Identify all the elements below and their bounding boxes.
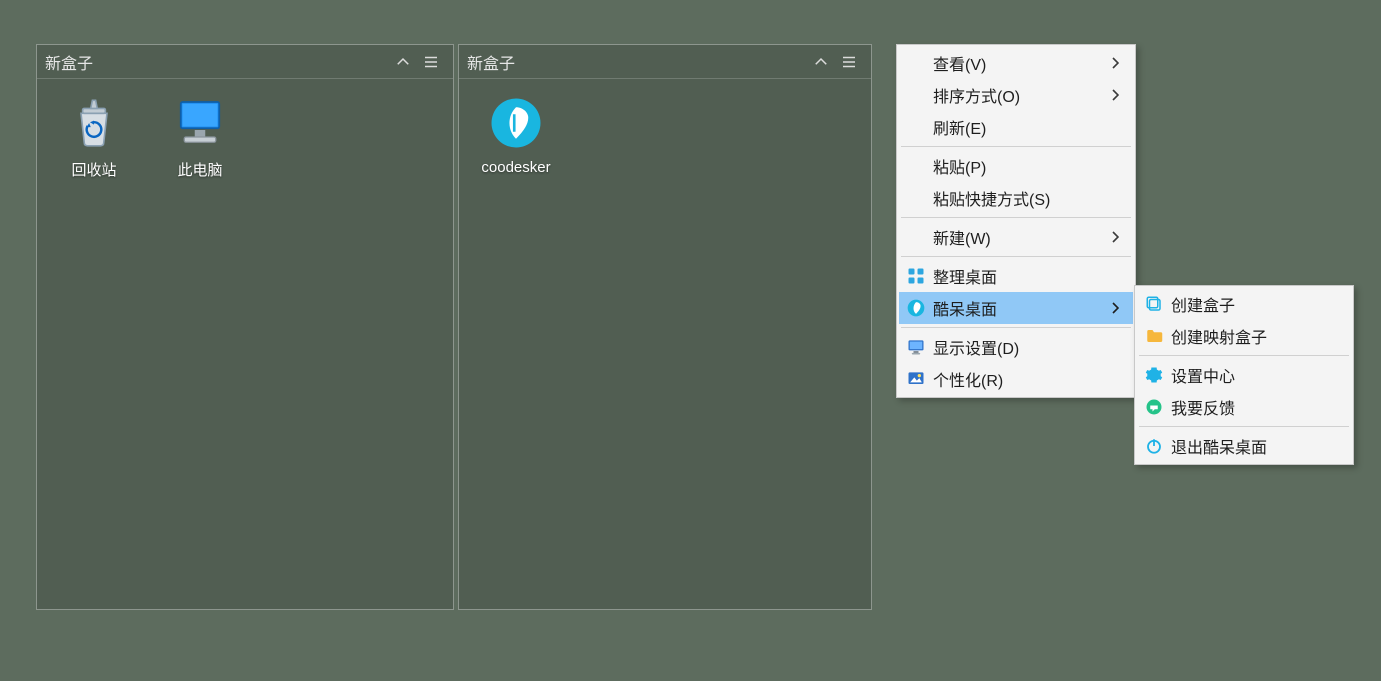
menu-separator xyxy=(1139,355,1349,356)
new-box-icon xyxy=(1137,295,1171,313)
submenu-settings[interactable]: 设置中心 xyxy=(1137,359,1351,391)
menu-label: 粘贴(P) xyxy=(933,154,1105,178)
collapse-icon[interactable] xyxy=(807,48,835,76)
coodesker-round-icon xyxy=(899,298,933,318)
feedback-icon xyxy=(1137,398,1171,416)
submenu-arrow-icon xyxy=(1105,89,1119,101)
coodesker-app[interactable]: coodesker xyxy=(463,95,569,176)
this-pc-icon xyxy=(172,95,228,151)
grid-icon xyxy=(899,267,933,285)
folder-icon xyxy=(1137,327,1171,345)
menu-sort[interactable]: 排序方式(O) xyxy=(899,79,1133,111)
coodesker-icon xyxy=(488,95,544,151)
recycle-bin[interactable]: 回收站 xyxy=(41,95,147,180)
submenu-feedback[interactable]: 我要反馈 xyxy=(1137,391,1351,423)
menu-separator xyxy=(901,146,1131,147)
icon-label: 此电脑 xyxy=(147,159,253,180)
menu-label: 查看(V) xyxy=(933,51,1105,75)
menu-separator xyxy=(1139,426,1349,427)
box-body[interactable]: 回收站 此电脑 xyxy=(37,79,453,609)
icon-label: coodesker xyxy=(463,159,569,176)
desktop-context-menu: 查看(V) 排序方式(O) 刷新(E) 粘贴(P) 粘贴快捷方式(S) 新建(W… xyxy=(896,44,1136,398)
menu-label: 排序方式(O) xyxy=(933,83,1105,107)
menu-organize-desktop[interactable]: 整理桌面 xyxy=(899,260,1133,292)
menu-label: 退出酷呆桌面 xyxy=(1171,434,1337,458)
menu-paste[interactable]: 粘贴(P) xyxy=(899,150,1133,182)
menu-separator xyxy=(901,256,1131,257)
menu-icon[interactable] xyxy=(835,48,863,76)
gear-icon xyxy=(1137,366,1171,384)
menu-personalize[interactable]: 个性化(R) xyxy=(899,363,1133,395)
submenu-create-mapping-box[interactable]: 创建映射盒子 xyxy=(1137,320,1351,352)
menu-new[interactable]: 新建(W) xyxy=(899,221,1133,253)
recycle-bin-icon xyxy=(66,95,122,151)
menu-label: 显示设置(D) xyxy=(933,335,1105,359)
submenu-arrow-icon xyxy=(1105,231,1119,243)
coodesker-submenu: 创建盒子 创建映射盒子 设置中心 我要反馈 退出酷呆桌面 xyxy=(1134,285,1354,465)
menu-paste-shortcut[interactable]: 粘贴快捷方式(S) xyxy=(899,182,1133,214)
power-icon xyxy=(1137,437,1171,455)
submenu-arrow-icon xyxy=(1105,302,1119,314)
menu-separator xyxy=(901,217,1131,218)
box-body[interactable]: coodesker xyxy=(459,79,871,609)
menu-display-settings[interactable]: 显示设置(D) xyxy=(899,331,1133,363)
box-header: 新盒子 xyxy=(459,45,871,79)
menu-icon[interactable] xyxy=(417,48,445,76)
menu-label: 整理桌面 xyxy=(933,264,1105,288)
box-title: 新盒子 xyxy=(45,50,389,74)
menu-refresh[interactable]: 刷新(E) xyxy=(899,111,1133,143)
collapse-icon[interactable] xyxy=(389,48,417,76)
menu-label: 酷呆桌面 xyxy=(933,296,1105,320)
menu-view[interactable]: 查看(V) xyxy=(899,47,1133,79)
menu-label: 创建盒子 xyxy=(1171,292,1337,316)
menu-label: 个性化(R) xyxy=(933,367,1105,391)
menu-label: 粘贴快捷方式(S) xyxy=(933,186,1105,210)
monitor-icon xyxy=(899,337,933,357)
menu-label: 创建映射盒子 xyxy=(1171,324,1337,348)
desktop-box-1: 新盒子 回收站 xyxy=(36,44,454,610)
submenu-exit[interactable]: 退出酷呆桌面 xyxy=(1137,430,1351,462)
box-header: 新盒子 xyxy=(37,45,453,79)
this-pc[interactable]: 此电脑 xyxy=(147,95,253,180)
box-title: 新盒子 xyxy=(467,50,807,74)
menu-label: 设置中心 xyxy=(1171,363,1337,387)
picture-icon xyxy=(899,369,933,389)
submenu-create-box[interactable]: 创建盒子 xyxy=(1137,288,1351,320)
menu-label: 新建(W) xyxy=(933,225,1105,249)
submenu-arrow-icon xyxy=(1105,57,1119,69)
menu-separator xyxy=(901,327,1131,328)
menu-label: 刷新(E) xyxy=(933,115,1105,139)
icon-label: 回收站 xyxy=(41,159,147,180)
menu-label: 我要反馈 xyxy=(1171,395,1337,419)
menu-coodesker[interactable]: 酷呆桌面 xyxy=(899,292,1133,324)
desktop-box-2: 新盒子 coodesker xyxy=(458,44,872,610)
